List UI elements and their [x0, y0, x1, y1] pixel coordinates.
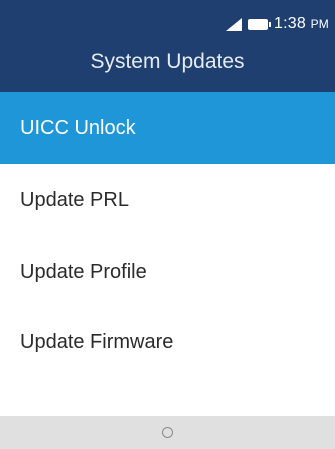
menu-item-label: UICC Unlock	[20, 116, 136, 139]
page-title: System Updates	[90, 50, 245, 73]
menu-list: UICC Unlock Update PRL Update Profile Up…	[0, 92, 335, 376]
header: 1:38 PM System Updates	[0, 0, 335, 92]
clock-time: 1:38	[273, 15, 306, 32]
menu-item-label: Update Profile	[20, 260, 147, 283]
menu-item-update-firmware[interactable]: Update Firmware	[0, 308, 335, 376]
home-circle-icon[interactable]	[162, 427, 173, 438]
softkey-bar	[0, 416, 335, 449]
clock-ampm: PM	[310, 17, 329, 31]
status-bar: 1:38 PM	[225, 14, 329, 34]
menu-item-uicc-unlock[interactable]: UICC Unlock	[0, 92, 335, 164]
signal-icon	[225, 17, 242, 31]
clock: 1:38 PM	[274, 15, 329, 33]
battery-icon	[247, 18, 271, 30]
menu-item-update-prl[interactable]: Update PRL	[0, 164, 335, 236]
menu-item-update-profile[interactable]: Update Profile	[0, 236, 335, 308]
screen: 1:38 PM System Updates UICC Unlock Updat…	[0, 0, 335, 449]
menu-item-label: Update PRL	[20, 188, 129, 211]
menu-item-label: Update Firmware	[20, 330, 174, 353]
